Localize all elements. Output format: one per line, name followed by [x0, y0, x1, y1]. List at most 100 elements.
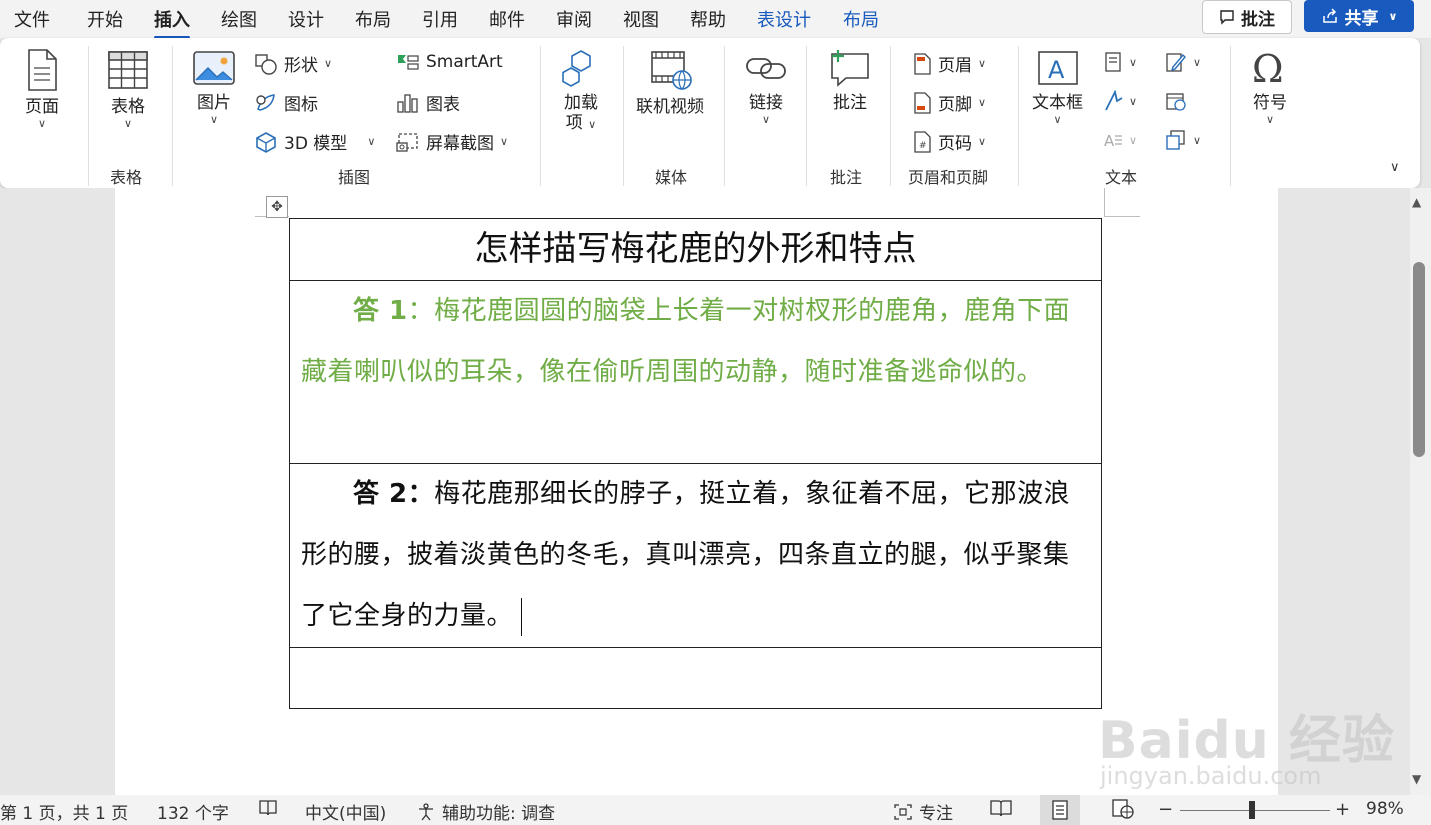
tab-view[interactable]: 视图	[623, 6, 659, 32]
tab-review[interactable]: 审阅	[556, 6, 592, 32]
tab-layout[interactable]: 布局	[355, 6, 391, 32]
zoom-level[interactable]: 98%	[1366, 799, 1404, 819]
text-cursor	[521, 597, 523, 636]
web-layout-icon[interactable]	[1112, 799, 1134, 819]
online-video-button[interactable]: 联机视频	[636, 48, 704, 118]
ribbon-collapse-chevron-icon[interactable]: ∨	[1390, 160, 1400, 175]
3d-models-label: 3D 模型	[284, 134, 348, 154]
drop-cap-icon: A	[1103, 129, 1123, 151]
zoom-slider-track[interactable]	[1180, 810, 1330, 811]
page-number-button[interactable]: # 页码 ∨	[912, 129, 986, 154]
screenshot-icon	[396, 131, 420, 153]
object-button[interactable]: ∨	[1165, 129, 1201, 151]
header-icon	[912, 52, 932, 75]
answer1-body: ：梅花鹿圆圆的脑袋上长着一对树杈形的鹿角，鹿角下面藏着喇叭似的耳朵，像在偷听周围…	[301, 296, 1071, 387]
focus-icon	[893, 803, 913, 821]
accessibility-status[interactable]: 辅助功能: 调查	[416, 799, 555, 824]
screenshot-button[interactable]: 屏幕截图 ∨	[396, 129, 508, 154]
page-count[interactable]: 第 1 页，共 1 页	[0, 799, 128, 824]
drop-cap-button[interactable]: A ∨	[1103, 129, 1137, 151]
tab-home[interactable]: 开始	[87, 6, 123, 32]
chart-icon	[396, 92, 420, 114]
screenshot-label: 屏幕截图	[426, 134, 494, 154]
focus-mode-button[interactable]: 专注	[893, 799, 953, 824]
print-layout-icon[interactable]	[1040, 795, 1080, 825]
chevron-down-icon: ∨	[761, 113, 771, 126]
comments-button[interactable]: 批注	[1202, 0, 1292, 34]
smartart-button[interactable]: SmartArt	[396, 51, 503, 73]
divider	[1230, 46, 1231, 186]
scrollbar-thumb[interactable]	[1413, 262, 1425, 457]
share-button[interactable]: 共享 ∨	[1304, 0, 1414, 32]
scroll-up-icon[interactable]: ▲	[1412, 195, 1421, 209]
textbox-button[interactable]: A 文本框 ∨	[1032, 48, 1083, 126]
answer1-cell[interactable]: 答 1：梅花鹿圆圆的脑袋上长着一对树杈形的鹿角，鹿角下面藏着喇叭似的耳朵，像在偷…	[289, 280, 1102, 464]
baidu-watermark: Baidu 经验 jingyan.baidu.com	[1098, 690, 1394, 800]
tab-draw[interactable]: 绘图	[221, 6, 257, 32]
addins-button[interactable]: 加载 项 ∨	[559, 48, 603, 134]
divider	[540, 46, 541, 186]
addins-icon	[559, 48, 603, 88]
focus-label: 专注	[919, 804, 953, 824]
pages-label: 页面	[25, 97, 59, 117]
divider	[623, 46, 624, 186]
language-status[interactable]: 中文(中国)	[305, 799, 386, 824]
tab-file[interactable]: 文件	[14, 6, 50, 32]
table-title-cell[interactable]: 怎样描写梅花鹿的外形和特点	[289, 218, 1102, 281]
tab-references[interactable]: 引用	[422, 6, 458, 32]
ribbon: 页面 ∨ 表格 ∨ 表格 图片 ∨ 形状 ∨ 图标 3D 模型 ∨ SmartA…	[0, 38, 1420, 188]
footer-button[interactable]: 页脚 ∨	[912, 90, 986, 115]
chart-button[interactable]: 图表	[396, 90, 460, 115]
tab-mailings[interactable]: 邮件	[489, 6, 525, 32]
answer2-cell[interactable]: 答 2：梅花鹿那细长的脖子，挺立着，象征着不屈，它那波浪形的腰，披着淡黄色的冬毛…	[289, 463, 1102, 648]
wordart-button[interactable]: ∨	[1103, 90, 1137, 112]
table-title: 怎样描写梅花鹿的外形和特点	[474, 229, 917, 269]
table-button[interactable]: 表格 ∨	[106, 48, 150, 130]
online-video-label: 联机视频	[636, 97, 704, 117]
read-mode-icon[interactable]	[990, 799, 1012, 817]
divider	[88, 46, 89, 186]
new-comment-button[interactable]: 批注	[826, 48, 874, 114]
icons-button[interactable]: 图标	[254, 90, 318, 115]
date-time-button[interactable]	[1165, 90, 1187, 112]
video-icon	[646, 48, 694, 92]
group-label-header-footer: 页眉和页脚	[908, 168, 989, 187]
header-boundary-line	[1104, 188, 1105, 216]
share-button-label: 共享	[1344, 8, 1379, 29]
tab-design[interactable]: 设计	[288, 6, 324, 32]
signature-line-button[interactable]: ∨	[1165, 51, 1201, 73]
tab-table-design[interactable]: 表设计	[757, 6, 811, 32]
pictures-button[interactable]: 图片 ∨	[192, 48, 236, 126]
chevron-down-icon: ∨	[1193, 55, 1202, 69]
links-button[interactable]: 链接 ∨	[744, 48, 788, 126]
comment-icon	[1219, 9, 1235, 25]
signature-icon	[1165, 51, 1187, 73]
table-move-handle-icon[interactable]: ✥	[266, 196, 288, 218]
tab-help[interactable]: 帮助	[690, 6, 726, 32]
calendar-icon	[1165, 90, 1187, 112]
tab-table-layout[interactable]: 布局	[843, 6, 879, 32]
header-button[interactable]: 页眉 ∨	[912, 51, 986, 76]
pages-button[interactable]: 页面 ∨	[24, 48, 60, 130]
new-comment-icon	[826, 48, 874, 88]
3d-models-button[interactable]: 3D 模型 ∨	[254, 129, 375, 154]
tab-insert[interactable]: 插入	[154, 6, 190, 39]
addins-label-line1: 加载	[564, 93, 598, 113]
quick-parts-button[interactable]: ∨	[1103, 51, 1137, 73]
zoom-slider-thumb[interactable]	[1249, 801, 1255, 819]
addins-label-line2: 项 ∨	[565, 113, 597, 133]
proofing-icon[interactable]	[258, 799, 278, 817]
chart-label: 图表	[426, 95, 460, 115]
group-label-media: 媒体	[655, 168, 688, 187]
word-count[interactable]: 132 个字	[157, 799, 229, 824]
zoom-in-button[interactable]: +	[1335, 799, 1350, 820]
textbox-label: 文本框	[1032, 93, 1083, 113]
chevron-down-icon[interactable]: ∨	[1389, 10, 1398, 23]
empty-cell[interactable]	[289, 647, 1102, 709]
zoom-out-button[interactable]: −	[1158, 799, 1173, 820]
shapes-button[interactable]: 形状 ∨	[254, 51, 332, 76]
chevron-down-icon: ∨	[1053, 113, 1062, 126]
footer-icon	[912, 91, 932, 114]
symbols-button[interactable]: Ω 符号 ∨	[1250, 48, 1290, 126]
scroll-down-icon[interactable]: ▼	[1412, 772, 1421, 786]
